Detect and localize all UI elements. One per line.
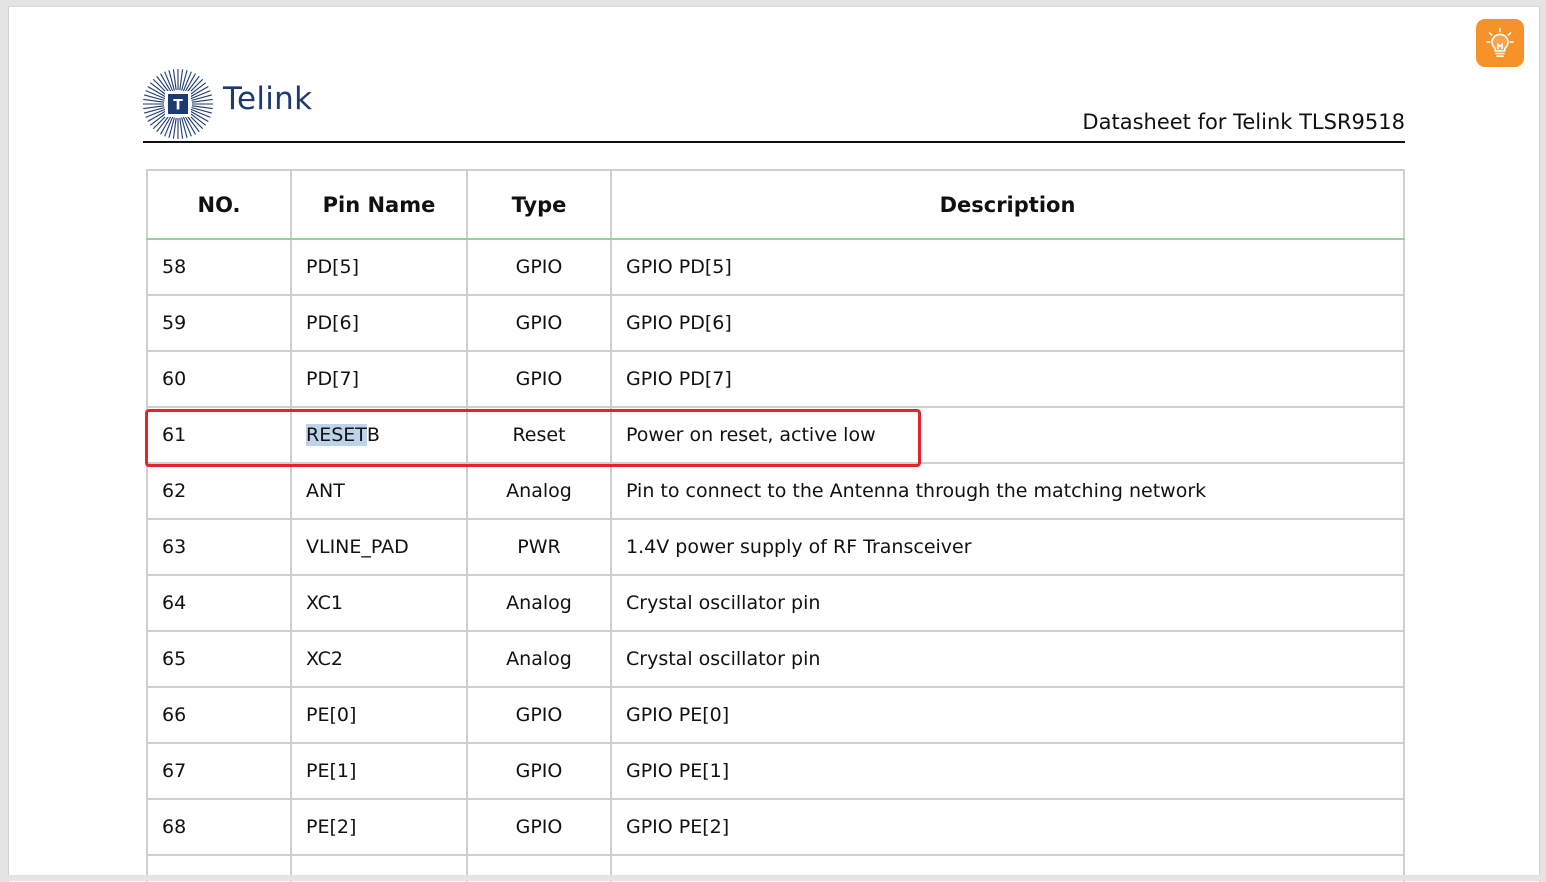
table-row: 65 XC2 Analog Crystal oscillator pin bbox=[146, 630, 1405, 688]
cell-type: GPIO bbox=[466, 294, 612, 352]
cell-pin-name: PD[5] bbox=[290, 238, 468, 296]
cell-no: 62 bbox=[146, 462, 292, 520]
table-row: 67 PE[1] GPIO GPIO PE[1] bbox=[146, 742, 1405, 800]
cell-description: GPIO PE[0] bbox=[610, 686, 1405, 744]
cell-type: GPIO bbox=[466, 238, 612, 296]
cell-description: Crystal oscillator pin bbox=[610, 630, 1405, 688]
cell-pin-name: PE[0] bbox=[290, 686, 468, 744]
cell-description: GPIO PE[2] bbox=[610, 798, 1405, 856]
telink-logo-icon: T bbox=[143, 69, 213, 139]
idea-button[interactable] bbox=[1476, 19, 1524, 67]
lightbulb-icon bbox=[1486, 27, 1514, 58]
brand-name: Telink bbox=[223, 81, 313, 117]
table-row: 68 PE[2] GPIO GPIO PE[2] bbox=[146, 798, 1405, 856]
cell-type: GPIO bbox=[466, 686, 612, 744]
cell-type: GPIO bbox=[466, 350, 612, 408]
cell-description: GPIO PD[6] bbox=[610, 294, 1405, 352]
cell-pin-name: ANT bbox=[290, 462, 468, 520]
cell-type: Analog bbox=[466, 630, 612, 688]
column-header-pin-name: Pin Name bbox=[290, 169, 468, 240]
table-row: 58 PD[5] GPIO GPIO PD[5] bbox=[146, 238, 1405, 296]
cell-no: 64 bbox=[146, 574, 292, 632]
cell-no: 65 bbox=[146, 630, 292, 688]
cell-no: 68 bbox=[146, 798, 292, 856]
cell-no: 66 bbox=[146, 686, 292, 744]
cell-type: Analog bbox=[466, 574, 612, 632]
header-divider bbox=[143, 141, 1405, 143]
cell-type: GPIO bbox=[466, 742, 612, 800]
table-row: 62 ANT Analog Pin to connect to the Ante… bbox=[146, 462, 1405, 520]
cell-type: PWR bbox=[466, 518, 612, 576]
cell-no: 67 bbox=[146, 742, 292, 800]
table-header-row: NO. Pin Name Type Description bbox=[146, 169, 1405, 240]
table-row: 66 PE[0] GPIO GPIO PE[0] bbox=[146, 686, 1405, 744]
cell-pin-name: PE[2] bbox=[290, 798, 468, 856]
cell-pin-name: VLINE_PAD bbox=[290, 518, 468, 576]
cell-no: 63 bbox=[146, 518, 292, 576]
viewer-bottom-edge bbox=[0, 875, 1546, 881]
cell-description: Pin to connect to the Antenna through th… bbox=[610, 462, 1405, 520]
cell-description: GPIO PD[5] bbox=[610, 238, 1405, 296]
table-row: 63 VLINE_PAD PWR 1.4V power supply of RF… bbox=[146, 518, 1405, 576]
document-page: T Telink Datasheet for Telink TLSR9518 N… bbox=[8, 6, 1540, 882]
column-header-type: Type bbox=[466, 169, 612, 240]
cell-type: GPIO bbox=[466, 798, 612, 856]
cell-description: GPIO PD[7] bbox=[610, 350, 1405, 408]
cell-pin-name: PE[1] bbox=[290, 742, 468, 800]
table-row: 59 PD[6] GPIO GPIO PD[6] bbox=[146, 294, 1405, 352]
svg-text:T: T bbox=[173, 98, 183, 114]
column-header-no: NO. bbox=[146, 169, 292, 240]
cell-no: 59 bbox=[146, 294, 292, 352]
table-row: 64 XC1 Analog Crystal oscillator pin bbox=[146, 574, 1405, 632]
cell-type: Analog bbox=[466, 462, 612, 520]
cell-description: Crystal oscillator pin bbox=[610, 574, 1405, 632]
cell-no: 58 bbox=[146, 238, 292, 296]
red-highlight-annotation bbox=[145, 409, 921, 467]
table-row: 60 PD[7] GPIO GPIO PD[7] bbox=[146, 350, 1405, 408]
cell-pin-name: PD[6] bbox=[290, 294, 468, 352]
document-title: Datasheet for Telink TLSR9518 bbox=[1082, 110, 1405, 134]
cell-no: 60 bbox=[146, 350, 292, 408]
cell-pin-name: XC2 bbox=[290, 630, 468, 688]
cell-description: 1.4V power supply of RF Transceiver bbox=[610, 518, 1405, 576]
cell-pin-name: XC1 bbox=[290, 574, 468, 632]
cell-pin-name: PD[7] bbox=[290, 350, 468, 408]
pin-table: NO. Pin Name Type Description 58 PD[5] G… bbox=[146, 169, 1405, 882]
cell-description: GPIO PE[1] bbox=[610, 742, 1405, 800]
column-header-description: Description bbox=[610, 169, 1405, 240]
